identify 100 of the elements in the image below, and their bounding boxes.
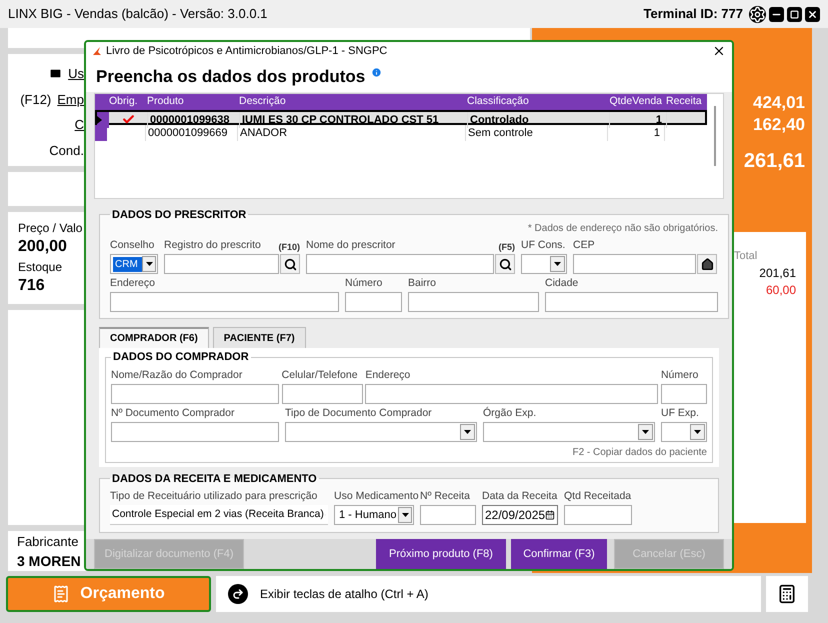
shortcut-hint: (F10) (278, 240, 300, 254)
summary-value: 201,61 (759, 264, 796, 282)
minimize-icon[interactable] (769, 6, 784, 22)
field-label: Tipo de Receituário utilizado para prescrição (110, 489, 318, 504)
dialog-button[interactable]: Confirmar (F3) (511, 539, 607, 569)
dropdown-field[interactable] (483, 422, 655, 442)
field-label: UF Cons. (521, 238, 566, 254)
row-indicator (95, 124, 107, 142)
field-label: Número (345, 276, 382, 292)
field-label: Nome do prescritor (306, 238, 396, 254)
info-label: Fabricante (17, 533, 78, 552)
info-label: Estoque (18, 259, 62, 276)
field-label: Nº Documento Comprador (111, 406, 234, 421)
field-label: Endereço (365, 368, 410, 383)
tab[interactable]: PACIENTE (F7) (212, 327, 306, 348)
field-label: Bairro (408, 276, 436, 292)
table-cell: Sem controle (465, 124, 607, 142)
info-label: Preço / Valo (18, 220, 82, 237)
column-header: Receita (665, 94, 703, 109)
info-value: 716 (18, 276, 45, 296)
text-field[interactable] (110, 292, 339, 312)
terminal-id: Terminal ID: 777 (644, 5, 743, 24)
text-field[interactable] (282, 384, 363, 404)
column-header: QtdeVenda (608, 94, 663, 109)
field-label: CEP (573, 238, 595, 254)
scrollbar[interactable] (714, 106, 716, 166)
receipt-icon (52, 585, 70, 603)
section-title: DADOS DO PRESCRITOR (111, 208, 248, 223)
text-field[interactable] (111, 384, 279, 404)
house-icon (700, 258, 714, 271)
search-button[interactable] (495, 254, 515, 274)
column-header: Obrig. (108, 94, 139, 109)
text-field[interactable] (164, 254, 279, 274)
field-label: UF Exp. (661, 406, 699, 421)
field-label: Tipo de Documento Comprador (285, 406, 432, 421)
text-field[interactable] (111, 422, 279, 442)
text-field[interactable] (545, 292, 718, 312)
section-title: DADOS DO COMPRADOR (112, 350, 250, 366)
text-field[interactable] (306, 254, 494, 274)
field-label: Número (660, 368, 698, 383)
dropdown-field[interactable]: 1 - Humano (334, 505, 414, 526)
window-title: LINX BIG - Vendas (balcão) - Versão: 3.0.0.1 (8, 5, 268, 24)
total-value: 162,40 (753, 114, 805, 136)
field-label: Endereço (110, 276, 155, 292)
dialog-button[interactable]: Próximo produto (F8) (376, 539, 506, 569)
search-icon (498, 258, 512, 271)
table-cell: ANADOR (237, 124, 465, 142)
summary-value: 60,00 (766, 282, 796, 298)
total-value: 424,01 (753, 92, 805, 114)
note: F2 - Copiar dados do paciente (572, 446, 707, 460)
text-field[interactable] (573, 254, 696, 274)
dropdown-field[interactable] (661, 422, 707, 442)
table-row[interactable]: 0000001099638 IUMI ES 30 CP CONTROLADO CST 51 Controlado 1 (95, 110, 707, 125)
field-label: Cond. (49, 142, 84, 160)
field-label: Conselho (110, 238, 154, 254)
text-field[interactable] (564, 505, 632, 526)
date-field[interactable]: 22/09/2025 (482, 505, 558, 526)
link[interactable]: Emp (57, 90, 84, 109)
field-label: Órgão Exp. (483, 406, 536, 421)
field-label: Uso Medicamento (334, 489, 419, 504)
info-value: 3 MOREN (17, 552, 81, 570)
text-field[interactable] (408, 292, 539, 312)
link[interactable]: Us (68, 64, 84, 84)
dialog-heading: Preencha os dados dos produtos (96, 66, 366, 88)
summary-label: Total (734, 249, 758, 264)
total-value: 261,61 (744, 149, 805, 174)
table-cell: 0000001099669 (145, 124, 237, 142)
dropdown-field[interactable] (521, 254, 567, 274)
close-icon[interactable] (805, 6, 820, 22)
field-label: Celular/Telefone (282, 368, 358, 383)
text-field[interactable] (345, 292, 402, 312)
tab[interactable]: COMPRADOR (F6) (99, 327, 209, 348)
column-header: Classificação (466, 94, 530, 109)
address-lookup-button[interactable] (697, 254, 717, 274)
search-button[interactable] (280, 254, 300, 274)
table-cell: 1 (607, 124, 664, 142)
shortcut-hint: (F5) (498, 240, 515, 254)
column-header: Descrição (238, 94, 287, 109)
field-label: Data da Receita (482, 489, 558, 504)
dropdown-field[interactable]: CRM (110, 254, 158, 274)
info-value: 200,00 (18, 237, 67, 257)
app-icon (92, 46, 102, 56)
text-field[interactable] (660, 384, 707, 404)
column-header: Produto (146, 94, 185, 109)
info-icon (371, 66, 382, 78)
dropdown-field[interactable]: Controle Especial em 2 vias (Receita Branca) (110, 505, 328, 526)
link[interactable]: C (74, 115, 84, 134)
field-label: Cidade (545, 276, 578, 292)
calculator-icon (777, 584, 797, 604)
shortcut-label: (F12) (20, 90, 52, 109)
field-label: Qtd Receitada (564, 489, 632, 504)
dialog-title: Livro de Psicotrópicos e Antimicrobianos/GLP-1 - SNGPC (106, 44, 388, 60)
calculator-button[interactable] (766, 576, 808, 612)
settings-icon[interactable] (749, 6, 766, 22)
shortcut-link[interactable]: Exibir teclas de atalho (Ctrl + A) (260, 585, 428, 603)
maximize-icon[interactable] (787, 6, 802, 22)
field-label: Registro do prescrito (164, 238, 261, 254)
text-field[interactable] (365, 384, 658, 404)
dropdown-field[interactable] (285, 422, 477, 442)
text-field[interactable] (420, 505, 476, 526)
